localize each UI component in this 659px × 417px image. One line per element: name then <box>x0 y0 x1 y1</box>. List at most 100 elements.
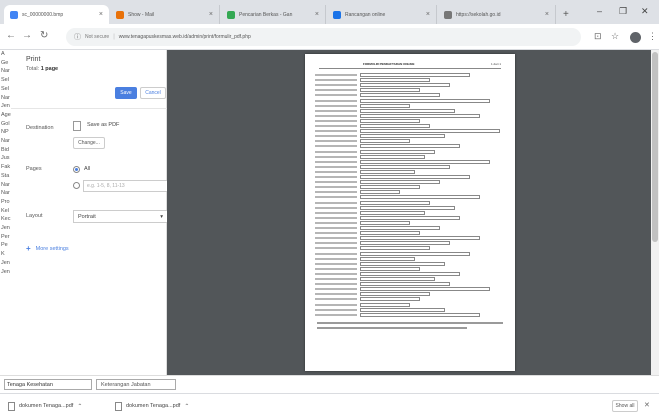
page-label: Age <box>1 111 11 118</box>
maximize-icon[interactable]: ❐ <box>619 6 627 17</box>
tab-active[interactable]: sc_00000000.bmp × <box>4 5 109 24</box>
cancel-button[interactable]: Cancel <box>140 87 166 99</box>
form-row-label <box>315 84 357 87</box>
form-row-value <box>360 282 450 287</box>
form-row-label <box>315 313 357 316</box>
back-icon[interactable]: ← <box>6 30 16 41</box>
forward-icon[interactable]: → <box>22 30 32 41</box>
profile-avatar[interactable] <box>630 32 641 43</box>
form-row-value <box>360 124 430 128</box>
chevron-up-icon[interactable]: ⌃ <box>77 403 82 410</box>
layout-select[interactable]: Portrait ▾ <box>73 210 168 223</box>
form-row-value <box>360 93 440 98</box>
form-row-label <box>315 242 357 245</box>
form-row-label <box>315 237 357 240</box>
download-name: dokumen Tenaga...pdf <box>126 403 181 409</box>
pages-all-label: All <box>84 166 91 172</box>
downloads-bar: dokumen Tenaga...pdf ⌃ dokumen Tenaga...… <box>0 393 659 417</box>
form-row-value <box>360 256 415 261</box>
pages-label: Pages <box>26 166 42 172</box>
form-row-label <box>315 74 357 76</box>
form-row-value <box>360 103 410 108</box>
form-row-value <box>360 277 435 281</box>
scrollbar-thumb[interactable] <box>652 52 658 242</box>
save-button[interactable]: Save <box>115 87 137 99</box>
pages-all-radio[interactable] <box>73 166 80 173</box>
tab-title: Show - Mail <box>128 11 155 18</box>
pages-input[interactable]: e.g. 1-5, 8, 11-13 <box>83 180 168 192</box>
tab-school[interactable]: https://sekolah.go.id × <box>438 5 556 24</box>
menu-icon[interactable]: ⋮ <box>648 31 657 42</box>
field-tenaga[interactable]: Tenaga Kesehatan <box>4 379 92 390</box>
download-name: dokumen Tenaga...pdf <box>19 403 74 409</box>
form-row-value <box>360 271 460 276</box>
divider <box>11 108 167 109</box>
tab-favicon-icon <box>333 10 341 19</box>
tab-title: sc_00000000.bmp <box>22 11 64 18</box>
file-icon <box>115 401 122 411</box>
form-row-label <box>315 135 357 138</box>
form-row-label <box>315 288 357 291</box>
form-row-label <box>315 196 357 199</box>
page-label: Nar <box>1 190 10 197</box>
field-keterangan[interactable]: Keterangan Jabatan <box>96 379 176 390</box>
page-label: Sel <box>1 77 9 84</box>
form-row-value <box>360 108 455 113</box>
print-preview-area: FORMULIR PENDAFTARAN ONLINE 1 dari 1 <box>167 50 651 375</box>
form-row-label <box>315 201 357 204</box>
form-row-label <box>315 303 357 306</box>
document-footer <box>317 322 503 324</box>
chevron-up-icon[interactable]: ⌃ <box>184 403 189 410</box>
form-row-value <box>360 149 435 154</box>
address-bar[interactable]: ⓘ Not secure | www.tenagapuskesmas.web.i… <box>66 28 581 46</box>
preview-page: FORMULIR PENDAFTARAN ONLINE 1 dari 1 <box>305 54 515 371</box>
form-row-value <box>360 307 445 312</box>
form-row-label <box>315 272 357 275</box>
page-label: Ge <box>1 59 9 66</box>
new-tab-icon[interactable]: + <box>563 9 569 20</box>
form-row-value <box>360 287 490 292</box>
form-row-label <box>315 206 357 209</box>
extension-icon[interactable]: ⊡ <box>594 31 602 42</box>
pages-custom-radio[interactable] <box>73 182 80 189</box>
star-icon[interactable]: ☆ <box>611 31 619 42</box>
close-tab-icon[interactable]: × <box>426 11 430 18</box>
form-row-label <box>315 262 357 265</box>
show-all-button[interactable]: Show all <box>612 400 638 412</box>
not-secure-label: Not secure <box>85 34 110 40</box>
form-row-value <box>360 180 440 185</box>
minimize-icon[interactable]: – <box>597 6 602 16</box>
form-row-value <box>360 236 480 241</box>
page-label: Nar <box>1 94 10 101</box>
tab-title: Pencarian Berkas - Gan <box>239 11 293 18</box>
more-settings-toggle[interactable]: + More settings <box>26 244 69 253</box>
change-destination-button[interactable]: Change... <box>73 137 105 149</box>
close-tab-icon[interactable]: × <box>315 11 319 18</box>
page-label: NP <box>1 129 9 136</box>
file-icon <box>8 401 15 411</box>
download-item[interactable]: dokumen Tenaga...pdf ⌃ <box>8 400 82 412</box>
form-row <box>315 185 505 190</box>
form-row-value <box>360 139 410 144</box>
close-tab-icon[interactable]: × <box>209 11 213 18</box>
form-row-label <box>315 257 357 260</box>
document-footer <box>317 327 467 329</box>
scrollbar[interactable] <box>651 50 659 375</box>
page-label: Jen <box>1 259 10 266</box>
close-downloads-icon[interactable]: ✕ <box>644 401 650 409</box>
window-close-icon[interactable]: ✕ <box>641 6 649 17</box>
info-icon[interactable]: ⓘ <box>74 32 81 42</box>
form-row-label <box>315 298 357 301</box>
tab-mail[interactable]: Show - Mail × <box>110 5 220 24</box>
tab-search[interactable]: Pencarian Berkas - Gan × <box>221 5 326 24</box>
close-tab-icon[interactable]: × <box>99 11 103 18</box>
download-item[interactable]: dokumen Tenaga...pdf ⌃ <box>115 400 189 412</box>
page-label: Jen <box>1 103 10 110</box>
layout-value: Portrait <box>78 213 96 220</box>
form-row-label <box>315 114 357 117</box>
tab-design[interactable]: Rancangan online × <box>327 5 437 24</box>
reload-icon[interactable]: ↻ <box>40 30 48 41</box>
form-row-label <box>315 104 357 107</box>
close-tab-icon[interactable]: × <box>545 11 549 18</box>
form-row <box>315 98 505 104</box>
